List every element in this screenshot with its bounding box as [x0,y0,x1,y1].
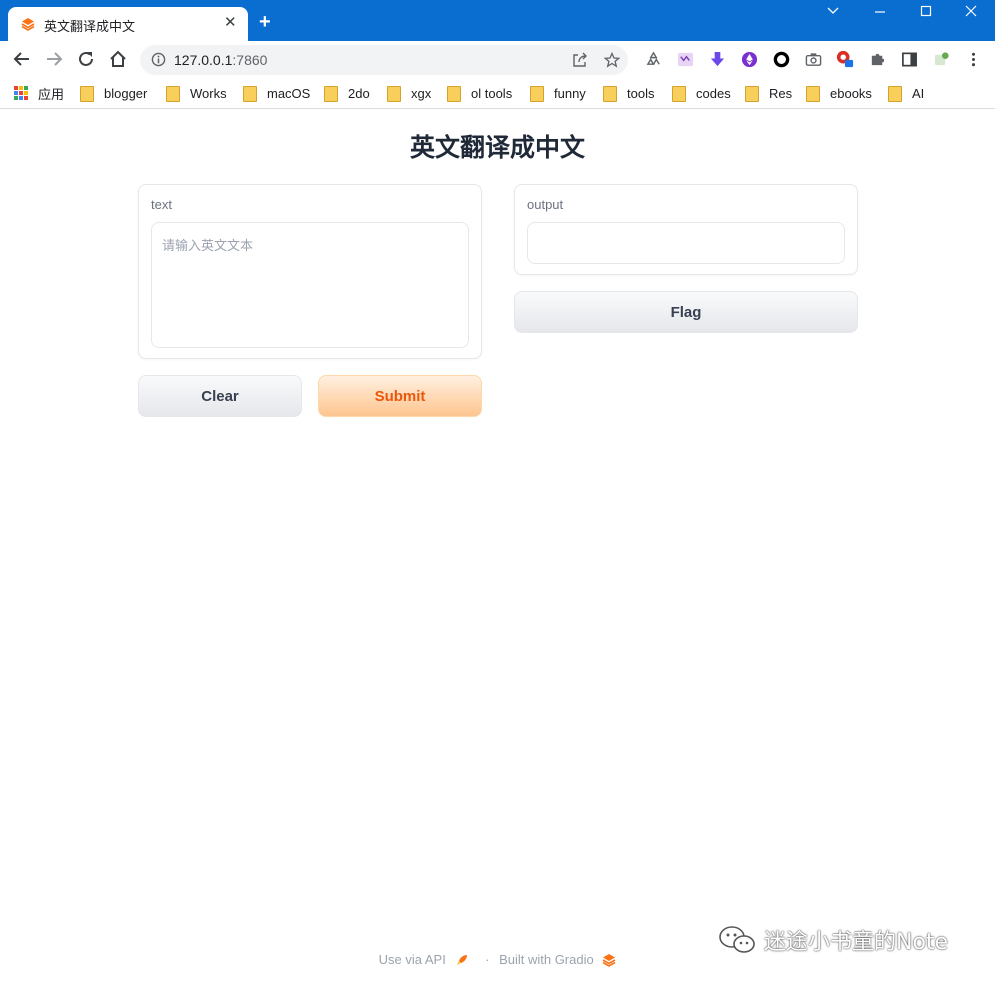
minimize-icon[interactable] [874,5,886,19]
clear-button[interactable]: Clear [138,375,302,417]
apps-grid-icon [14,86,28,100]
profile-extension-icon[interactable] [932,50,950,68]
watermark-text: 迷途小书童的Note [764,930,949,955]
folder-icon [324,86,338,102]
folder-icon [166,86,180,102]
folder-icon [243,86,257,102]
bookmark-label: xgx [411,85,432,101]
wechat-icon [719,926,755,953]
text-input[interactable] [151,222,469,348]
home-icon[interactable] [106,47,130,71]
bookmark-label: macOS [267,85,311,101]
new-tab-icon[interactable]: + [259,12,271,32]
folder-icon [745,86,759,102]
rocket-icon [457,954,468,965]
submit-button[interactable]: Submit [318,375,482,417]
bookmark-folder[interactable]: xgx [387,84,431,102]
folder-icon [387,86,401,102]
built-with-gradio-link[interactable]: Built with Gradio [499,952,594,967]
bookmark-label: Works [190,85,227,101]
bookmark-apps[interactable]: 应用 [14,84,65,103]
folder-icon [530,86,544,102]
site-info-icon[interactable] [151,52,166,67]
output-field[interactable] [527,222,845,264]
ethereum-extension-icon[interactable] [740,50,758,68]
use-via-api-link[interactable]: Use via API [379,952,446,967]
folder-icon [672,86,686,102]
bookmark-folder[interactable]: codes [672,84,731,102]
gradio-logo-icon [602,953,616,967]
bookmark-folder[interactable]: macOS [243,84,310,102]
bookmark-label: 应用 [38,87,65,103]
browser-menu-icon[interactable] [964,50,982,68]
folder-icon [447,86,461,102]
bookmarks-bar: 应用 blogger Works macOS 2do xgx ol tools … [0,77,995,109]
reload-icon[interactable] [74,47,98,71]
folder-icon [603,86,617,102]
output-panel: output [514,184,858,275]
tab-close-icon[interactable]: ✕ [224,15,237,31]
ring-extension-icon[interactable] [772,50,790,68]
input-panel: text [138,184,482,359]
side-panel-icon[interactable] [900,50,918,68]
gradio-logo-icon [21,18,35,31]
browser-titlebar: 英文翻译成中文 ✕ + [0,0,995,41]
tab-title: 英文翻译成中文 [44,20,136,35]
bookmark-label: AI [912,85,925,101]
input-label: text [151,197,172,212]
red-badge-extension-icon[interactable] [836,50,854,68]
bookmark-folder[interactable]: Res [745,84,792,102]
folder-icon [888,86,902,102]
address-bar[interactable]: 127.0.0.1:7860 [140,45,628,75]
bookmark-folder[interactable]: tools [603,84,654,102]
folder-icon [80,86,94,102]
footer-separator: · [485,952,490,968]
watermark: 迷途小书童的Note [718,925,948,955]
window-close-icon[interactable] [965,5,977,20]
bookmark-folder[interactable]: Works [166,84,227,102]
page-title: 英文翻译成中文 [409,133,585,162]
bookmark-folder[interactable]: funny [530,84,586,102]
download-extension-icon[interactable] [708,50,726,68]
flag-button[interactable]: Flag [514,291,858,333]
tab-search-chevron-icon[interactable] [827,4,839,18]
url-text: 127.0.0.1:7860 [174,52,268,68]
bookmark-label: 2do [348,85,370,101]
share-icon[interactable] [572,52,588,68]
folder-icon [806,86,820,102]
cat-extension-icon[interactable] [676,50,694,68]
bookmark-label: ebooks [830,85,872,101]
bookmark-label: blogger [104,85,148,101]
bookmark-label: Res [769,85,793,101]
maximize-icon[interactable] [920,5,932,19]
browser-tab[interactable]: 英文翻译成中文 ✕ [8,7,248,41]
bookmark-folder[interactable]: ebooks [806,84,872,102]
bookmark-label: funny [554,85,586,101]
bookmark-label: codes [696,85,731,101]
bookmark-folder[interactable]: ol tools [447,84,512,102]
bookmark-folder[interactable]: 2do [324,84,370,102]
forward-icon[interactable] [42,47,66,71]
browser-toolbar: 127.0.0.1:7860 [0,41,995,77]
bookmark-label: tools [627,85,655,101]
bookmark-star-icon[interactable] [604,52,620,68]
back-icon[interactable] [10,47,34,71]
camera-extension-icon[interactable] [804,50,822,68]
bookmark-folder[interactable]: blogger [80,84,147,102]
output-label: output [527,197,564,212]
recycle-extension-icon[interactable] [644,50,662,68]
bookmark-label: ol tools [471,85,513,101]
bookmark-folder[interactable]: AI [888,84,924,102]
extensions-puzzle-icon[interactable] [868,50,886,68]
